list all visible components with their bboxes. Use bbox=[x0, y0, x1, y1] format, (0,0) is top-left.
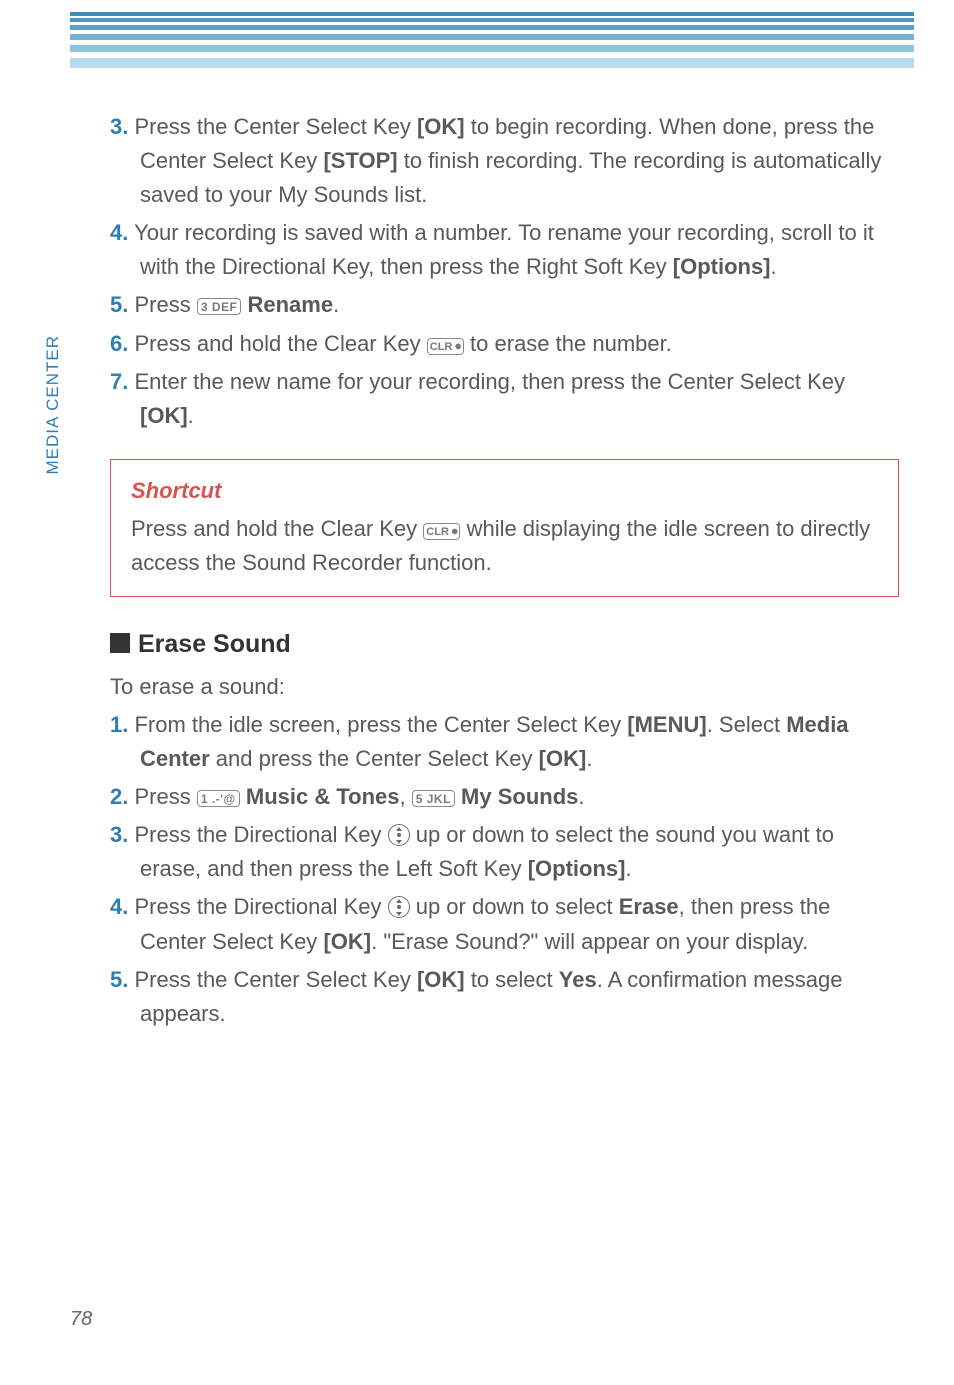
step-text: Press the Directional Key bbox=[134, 894, 387, 919]
shortcut-title: Shortcut bbox=[131, 474, 878, 508]
step-text: Press bbox=[134, 784, 196, 809]
erase-step-2: 2. Press 1 .-'@ Music & Tones, 5 JKL My … bbox=[110, 780, 899, 814]
step-text: . bbox=[333, 292, 339, 317]
step-text: . bbox=[586, 746, 592, 771]
step-number: 3. bbox=[110, 114, 128, 139]
step-text: . "Erase Sound?" will appear on your dis… bbox=[371, 929, 808, 954]
erase-step-3: 3. Press the Directional Key up or down … bbox=[110, 818, 899, 886]
step-number: 5. bbox=[110, 292, 128, 317]
step-text: Press and hold the Clear Key bbox=[134, 331, 426, 356]
square-bullet-icon bbox=[110, 633, 130, 653]
erase-step-4: 4. Press the Directional Key up or down … bbox=[110, 890, 899, 958]
key-label: Rename bbox=[247, 292, 333, 317]
step-text: to erase the number. bbox=[464, 331, 672, 356]
shortcut-pre: Press and hold the Clear Key bbox=[131, 516, 423, 541]
step-number: 7. bbox=[110, 369, 128, 394]
key-label: [OK] bbox=[323, 929, 371, 954]
section-intro: To erase a sound: bbox=[110, 670, 899, 704]
key-label: [MENU] bbox=[627, 712, 706, 737]
step-text: and press the Center Select Key bbox=[210, 746, 539, 771]
shortcut-box: Shortcut Press and hold the Clear Key CL… bbox=[110, 459, 899, 597]
key-label: Yes bbox=[559, 967, 597, 992]
step-text: . bbox=[625, 856, 631, 881]
step-text: . bbox=[578, 784, 584, 809]
step-number: 1. bbox=[110, 712, 128, 737]
key-label: My Sounds bbox=[461, 784, 578, 809]
clr-key-icon: CLR ⏺ bbox=[423, 523, 460, 540]
step-text: . Select bbox=[707, 712, 786, 737]
shortcut-text: Press and hold the Clear Key CLR ⏺ while… bbox=[131, 512, 878, 580]
key-label: [OK] bbox=[140, 403, 188, 428]
key-label: [Options] bbox=[528, 856, 626, 881]
step-4: 4. Your recording is saved with a number… bbox=[110, 216, 899, 284]
key-label: Music & Tones bbox=[246, 784, 400, 809]
key-label: [STOP] bbox=[323, 148, 397, 173]
page-number: 78 bbox=[70, 1304, 92, 1335]
erase-step-1: 1. From the idle screen, press the Cente… bbox=[110, 708, 899, 776]
step-text: . bbox=[771, 254, 777, 279]
key-3-icon: 3 DEF bbox=[197, 298, 242, 315]
directional-key-icon bbox=[388, 896, 410, 918]
section-title: Erase Sound bbox=[138, 630, 291, 658]
step-5: 5. Press 3 DEF Rename. bbox=[110, 288, 899, 322]
key-label: [OK] bbox=[539, 746, 587, 771]
step-text: Enter the new name for your recording, t… bbox=[134, 369, 845, 394]
step-text: Press the Center Select Key bbox=[134, 967, 416, 992]
step-number: 4. bbox=[110, 894, 128, 919]
step-text: , bbox=[400, 784, 412, 809]
key-label: Erase bbox=[619, 894, 679, 919]
step-number: 5. bbox=[110, 967, 128, 992]
clr-key-icon: CLR ⏺ bbox=[427, 338, 464, 355]
header-banner bbox=[70, 12, 914, 68]
step-text: Press the Center Select Key bbox=[134, 114, 416, 139]
side-tab-label: MEDIA CENTER bbox=[40, 335, 66, 475]
step-text: Press the Directional Key bbox=[134, 822, 387, 847]
directional-key-icon bbox=[388, 824, 410, 846]
page-content: 3. Press the Center Select Key [OK] to b… bbox=[110, 110, 899, 1035]
key-label: [OK] bbox=[417, 114, 465, 139]
step-number: 2. bbox=[110, 784, 128, 809]
key-label: [Options] bbox=[673, 254, 771, 279]
key-5-icon: 5 JKL bbox=[412, 790, 455, 807]
step-number: 6. bbox=[110, 331, 128, 356]
section-heading: Erase Sound bbox=[110, 625, 899, 664]
step-text: Press bbox=[134, 292, 196, 317]
step-3: 3. Press the Center Select Key [OK] to b… bbox=[110, 110, 899, 212]
step-number: 3. bbox=[110, 822, 128, 847]
step-number: 4. bbox=[110, 220, 128, 245]
step-text: to select bbox=[465, 967, 559, 992]
step-text: up or down to select bbox=[410, 894, 619, 919]
step-text: From the idle screen, press the Center S… bbox=[134, 712, 627, 737]
step-7: 7. Enter the new name for your recording… bbox=[110, 365, 899, 433]
step-6: 6. Press and hold the Clear Key CLR ⏺ to… bbox=[110, 327, 899, 361]
erase-step-5: 5. Press the Center Select Key [OK] to s… bbox=[110, 963, 899, 1031]
key-1-icon: 1 .-'@ bbox=[197, 790, 240, 807]
key-label: [OK] bbox=[417, 967, 465, 992]
step-text: . bbox=[188, 403, 194, 428]
